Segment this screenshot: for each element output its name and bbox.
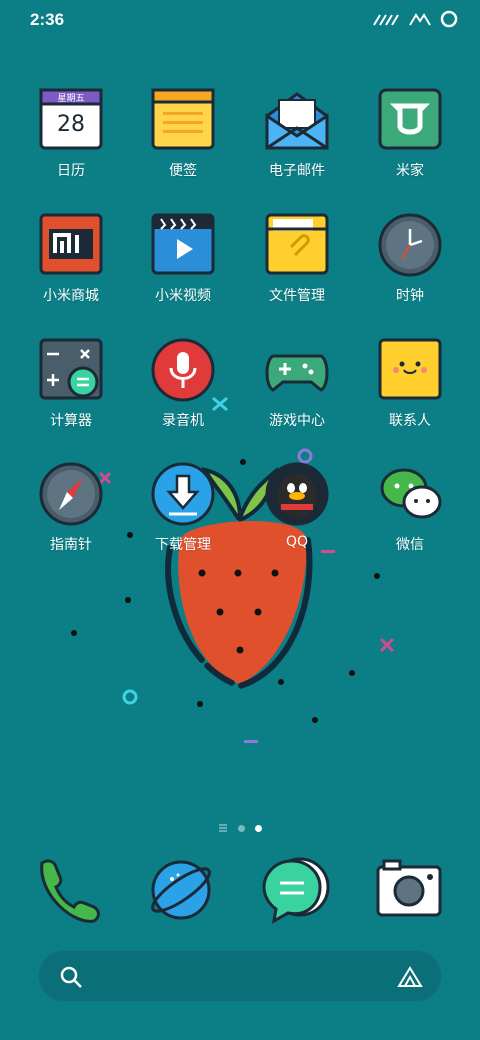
app-qq[interactable]: QQ: [247, 460, 347, 570]
page-indicator[interactable]: [0, 823, 480, 833]
search-bar[interactable]: [38, 950, 442, 1002]
app-clock[interactable]: 时钟: [360, 211, 460, 321]
download-icon: [151, 462, 215, 526]
notes-icon: [151, 88, 215, 150]
app-downloads[interactable]: 下载管理: [133, 460, 233, 570]
app-label: 时钟: [396, 288, 424, 304]
app-label: 计算器: [50, 413, 92, 429]
gamepad-icon: [265, 354, 329, 392]
page-dot-1: [238, 824, 245, 832]
assistant-icon[interactable]: [397, 965, 423, 989]
battery-icon: [440, 10, 458, 28]
app-notes[interactable]: 便签: [133, 86, 233, 196]
app-compass[interactable]: 指南针: [21, 460, 121, 570]
app-mi-video[interactable]: 小米视频: [133, 211, 233, 321]
app-mijia[interactable]: 米家: [360, 86, 460, 196]
qq-icon: [265, 462, 329, 526]
page-dot-2-active: [255, 824, 262, 832]
app-label: 下载管理: [155, 537, 211, 553]
phone-icon[interactable]: [34, 855, 104, 925]
calculator-icon: [39, 338, 103, 400]
calendar-day: 28: [57, 112, 85, 137]
app-label: 指南针: [50, 537, 92, 553]
clock-icon: [378, 213, 442, 277]
calendar-weekday: 星期五: [57, 93, 84, 104]
app-calendar[interactable]: 星期五 28 日历: [21, 86, 121, 196]
mi-store-icon: [39, 213, 103, 275]
app-recorder[interactable]: 录音机: [133, 336, 233, 446]
search-icon[interactable]: [59, 965, 83, 989]
app-label: 录音机: [162, 413, 204, 429]
app-label: 米家: [396, 163, 424, 179]
app-label: 日历: [57, 163, 85, 179]
app-wechat[interactable]: 微信: [360, 460, 460, 570]
contacts-icon: [378, 338, 442, 400]
menu-lines-icon: [219, 824, 227, 832]
folder-icon: [265, 213, 329, 275]
app-calculator[interactable]: 计算器: [21, 336, 121, 446]
app-label: 联系人: [389, 413, 431, 429]
browser-icon[interactable]: [146, 855, 216, 925]
camera-icon[interactable]: [374, 855, 444, 925]
app-email[interactable]: 电子邮件: [247, 86, 347, 196]
status-time: 2:36: [30, 10, 65, 29]
video-icon: [151, 213, 215, 275]
compass-icon: [39, 462, 103, 526]
app-label: 游戏中心: [269, 413, 325, 429]
app-label: 电子邮件: [269, 163, 325, 179]
app-label: 文件管理: [269, 288, 325, 304]
mijia-icon: [378, 88, 442, 150]
app-label: 微信: [396, 537, 424, 553]
wechat-icon: [380, 468, 442, 519]
app-label: 便签: [169, 163, 197, 179]
messages-icon[interactable]: [260, 855, 330, 925]
app-label: QQ: [285, 534, 309, 550]
app-contacts[interactable]: 联系人: [360, 336, 460, 446]
app-file-manager[interactable]: 文件管理: [247, 211, 347, 321]
signal-icon: [373, 14, 399, 26]
status-bar: 2:36: [0, 0, 480, 40]
app-mi-store[interactable]: 小米商城: [21, 211, 121, 321]
app-game-center[interactable]: 游戏中心: [247, 336, 347, 446]
wifi-icon: [409, 13, 431, 26]
calendar-icon: 星期五 28: [39, 88, 103, 150]
app-label: 小米视频: [155, 288, 211, 304]
app-label: 小米商城: [43, 288, 99, 304]
email-icon: [265, 92, 329, 150]
microphone-icon: [151, 338, 215, 402]
